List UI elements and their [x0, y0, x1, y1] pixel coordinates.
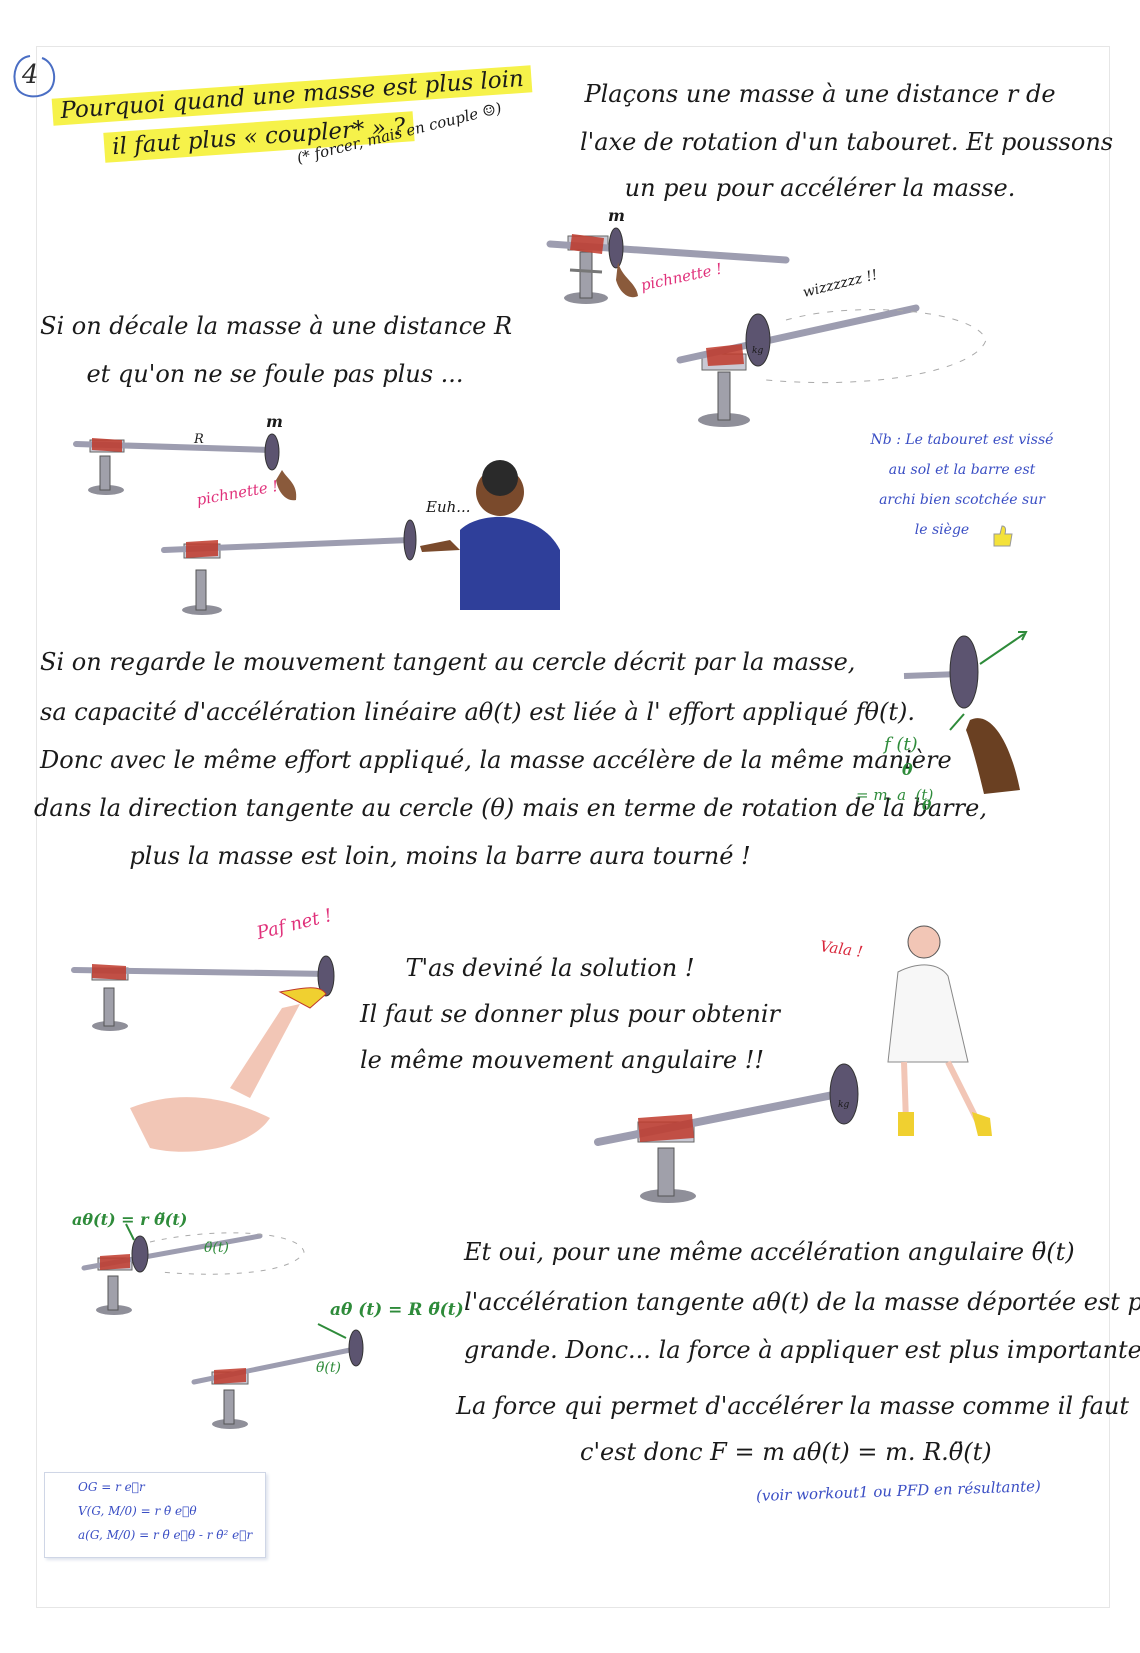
- nb-line-1: Nb : Le tabouret est vissé: [870, 432, 1054, 448]
- kinematics-line-3: a(G, M/0) = r θ̈ e⃗θ - r θ̇² e⃗r: [78, 1528, 253, 1542]
- section5-line-4: La force qui permet d'accélérer la masse…: [456, 1392, 1130, 1420]
- hand-pushing-mass-drawing: [903, 631, 1028, 794]
- formula-big-r: aθ (t) = R θ̈(t): [330, 1300, 464, 1320]
- intro-line-1: Plaçons une masse à une distance r de: [584, 80, 1056, 108]
- force-note-theta: θ: [902, 760, 913, 779]
- kinematics-line-1: OG = r e⃗r: [78, 1480, 145, 1494]
- force-note-theta-2: θ: [922, 798, 932, 814]
- stool-drawing-puzzled: [161, 460, 560, 615]
- kinematics-line-2: V(G, M/0) = r θ̇ e⃗θ: [78, 1504, 197, 1518]
- formula-big-r-theta: θ̈(t): [316, 1360, 341, 1376]
- formula-small-r-theta: θ̈(t): [204, 1240, 229, 1256]
- section5-line-1: Et oui, pour une même accélération angul…: [464, 1238, 1075, 1266]
- r-distance-label: R: [194, 432, 204, 447]
- nb-line-3: archi bien scotchée sur: [879, 492, 1045, 508]
- stool-drawing-small-r: [81, 1223, 305, 1315]
- section3-line-2: sa capacité d'accélération linéaire aθ(t…: [40, 698, 915, 726]
- stool-drawing-vala: [594, 925, 992, 1203]
- stool-drawing-big-r: [191, 1323, 364, 1429]
- section5-line-5: c'est donc F = m aθ(t) = m. R.θ̈(t): [580, 1438, 992, 1466]
- force-note-f: f (t): [884, 734, 918, 755]
- section3-line-4: dans la direction tangente au cercle (θ)…: [34, 794, 987, 822]
- formula-small-r: aθ(t) = r θ̈(t): [72, 1210, 188, 1229]
- mass-label-2: m: [266, 412, 283, 431]
- euh-label: Euh...: [426, 498, 471, 516]
- section5-line-3: grande. Donc... la force à appliquer est…: [464, 1336, 1140, 1364]
- section5-line-2: l'accélération tangente aθ(t) de la mass…: [464, 1288, 1140, 1316]
- section2-line-1: Si on décale la masse à une distance R: [40, 312, 513, 340]
- section3-line-5: plus la masse est loin, moins la barre a…: [129, 842, 751, 870]
- section3-line-1: Si on regarde le mouvement tangent au ce…: [40, 648, 856, 676]
- page-number: 4: [22, 60, 39, 90]
- section2-line-2: et qu'on ne se foule pas plus ...: [86, 360, 464, 388]
- stool-drawing-spinning: [676, 304, 987, 427]
- thumbs-up-icon: [993, 525, 1013, 547]
- intro-line-2: l'axe de rotation d'un tabouret. Et pous…: [580, 128, 1114, 156]
- kg-label-2: kg: [838, 1100, 850, 1110]
- nb-line-2: au sol et la barre est: [888, 462, 1036, 478]
- section3-line-3: Donc avec le même effort appliqué, la ma…: [40, 746, 952, 774]
- mass-label-1: m: [608, 206, 625, 225]
- kg-label-1: kg: [752, 346, 764, 356]
- intro-line-3: un peu pour accélérer la masse.: [624, 174, 1016, 202]
- stool-drawing-kick: [71, 955, 335, 1152]
